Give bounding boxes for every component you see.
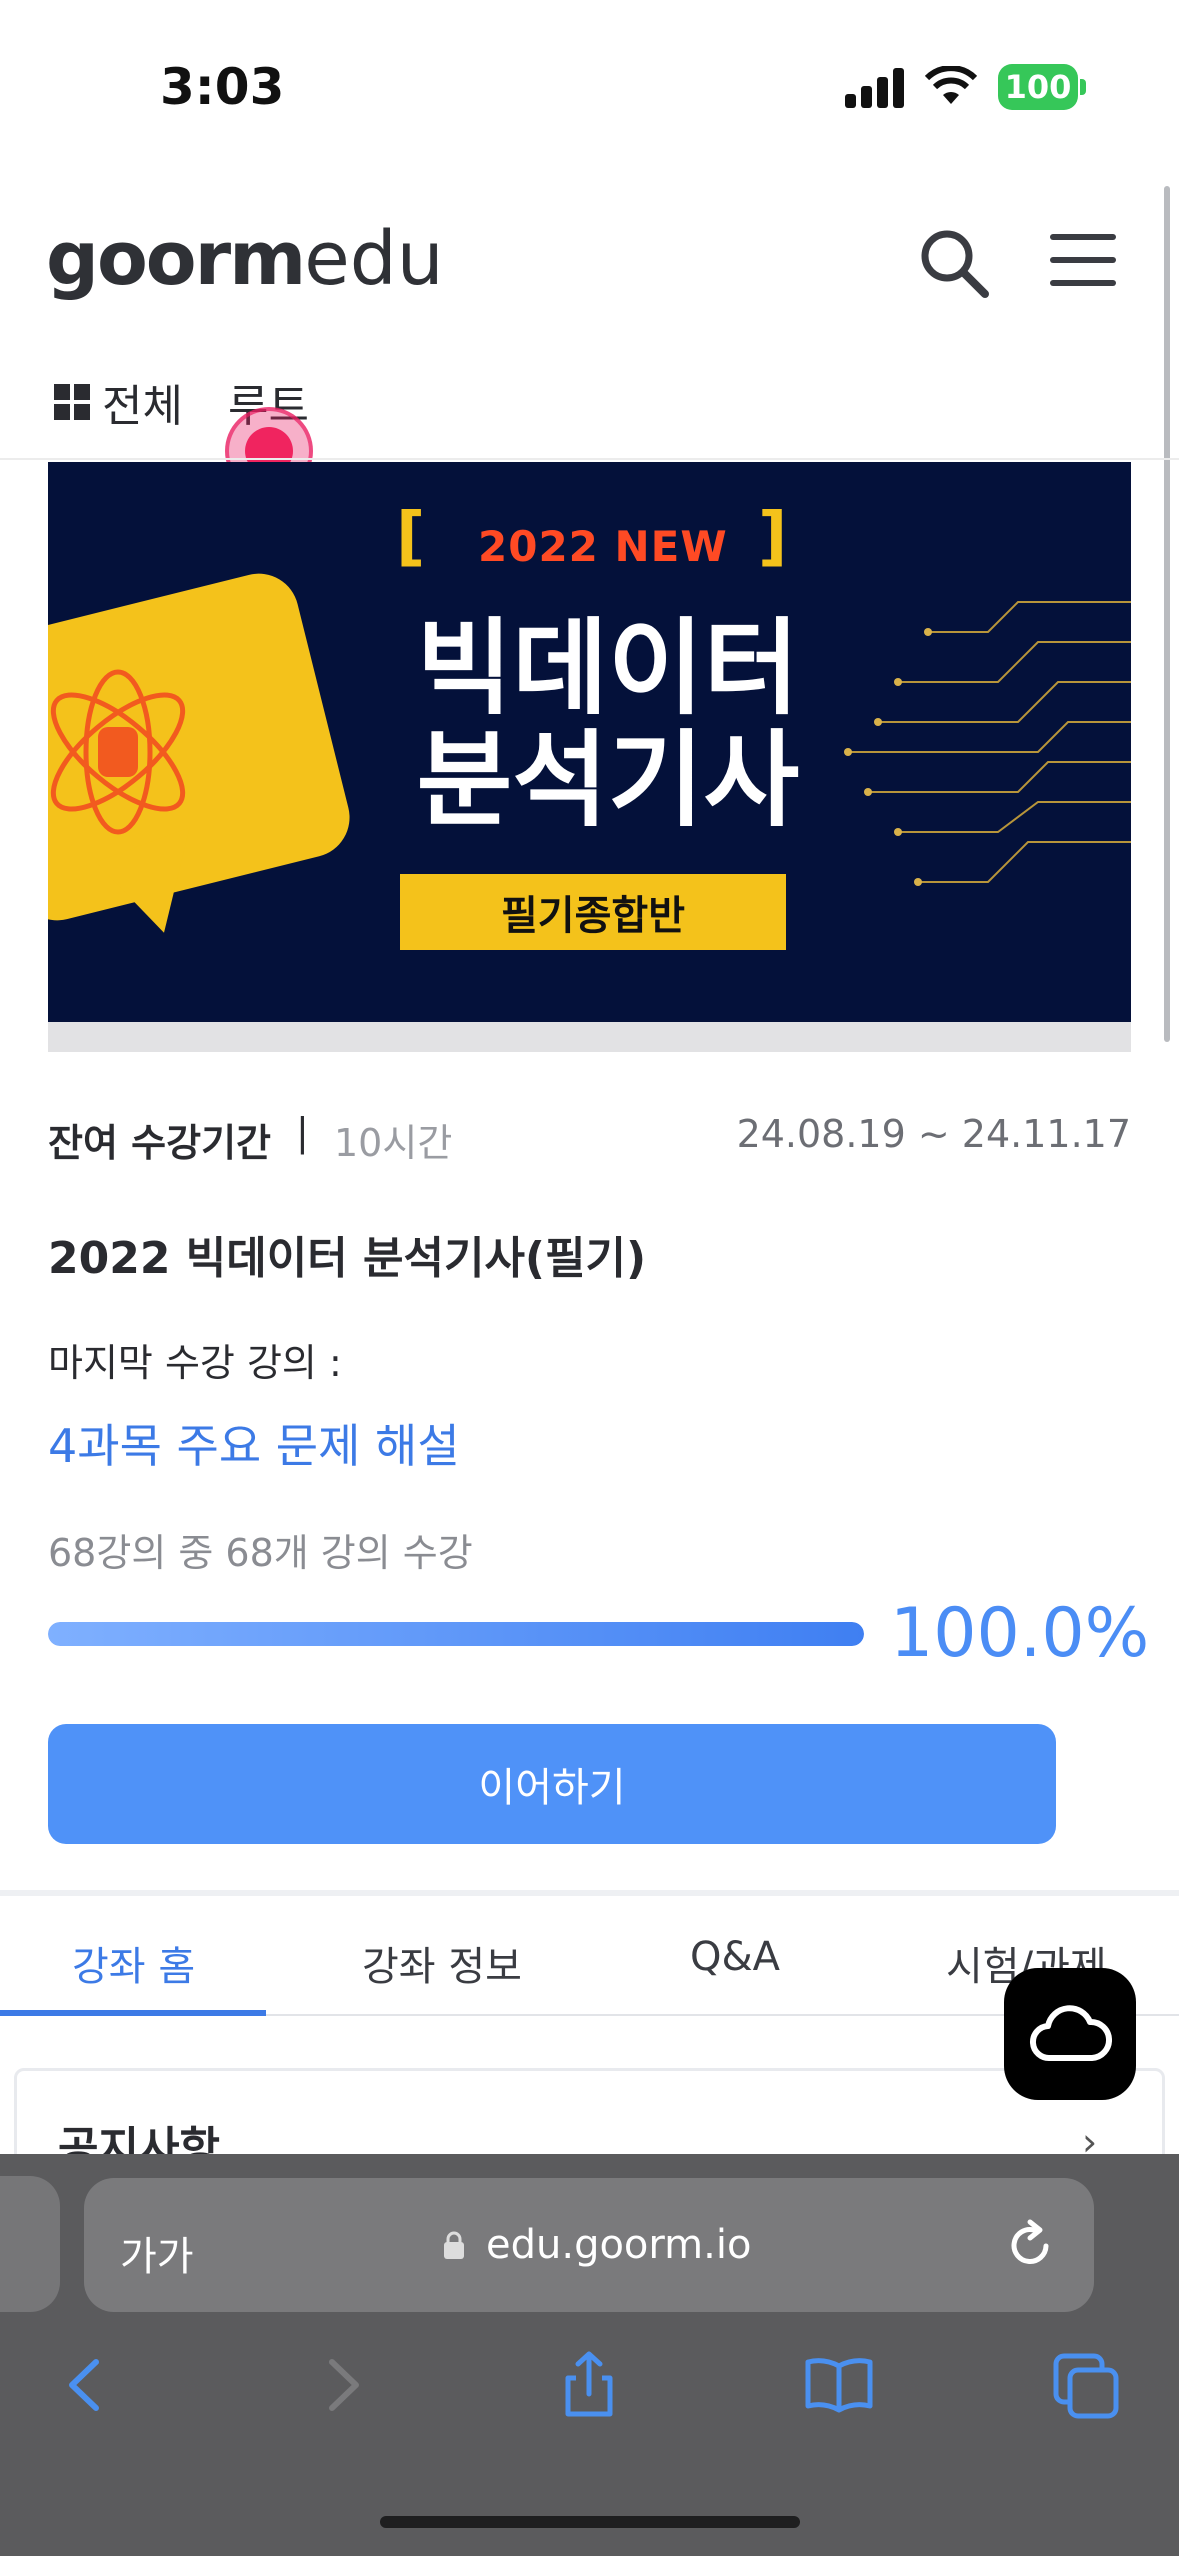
tabs-icon[interactable] [1052, 2350, 1122, 2420]
course-title: 2022 빅데이터 분석기사(필기) [48, 1233, 647, 1284]
back-icon[interactable] [52, 2350, 122, 2420]
tab-qna[interactable]: Q&A [690, 1934, 780, 1980]
last-lecture-label: 마지막 수강 강의 : [48, 1341, 342, 1385]
forward-icon[interactable] [306, 2350, 376, 2420]
lecture-count: 68강의 중 68개 강의 수강 [48, 1531, 473, 1575]
share-icon[interactable] [554, 2350, 624, 2420]
banner-footer [48, 1022, 1131, 1052]
circuit-lines-graphic [844, 601, 1131, 886]
progress-percent: 100.0% [890, 1594, 1150, 1673]
bracket-right: ] [758, 500, 788, 574]
lock-icon [444, 2231, 464, 2259]
banner-tag: 2022 NEW [478, 522, 728, 571]
scrollbar[interactable] [1164, 186, 1170, 1042]
progress-bar [48, 1622, 864, 1646]
period-dates: 24.08.19 ~ 24.11.17 [736, 1112, 1131, 1156]
bracket-left: [ [396, 500, 426, 574]
continue-button[interactable]: 이어하기 [48, 1724, 1056, 1844]
period-separator: | [296, 1110, 309, 1154]
previous-tab-preview[interactable] [0, 2176, 60, 2312]
bookmarks-icon[interactable] [804, 2350, 874, 2420]
course-banner: [ ] 2022 NEW 빅데이터 분석기사 필기종합반 [48, 462, 1131, 1022]
active-tab-indicator [0, 2010, 266, 2016]
hamburger-menu-icon[interactable] [1050, 234, 1116, 290]
reader-options-button[interactable]: 가가 [120, 2224, 194, 2282]
period-value: 10시간 [334, 1121, 453, 1165]
cloud-icon [1030, 2005, 1112, 2062]
reload-icon[interactable] [1002, 2216, 1058, 2272]
wifi-icon [925, 66, 977, 104]
atom-icon [50, 669, 186, 835]
battery-icon: 100 [998, 64, 1078, 110]
divider [0, 458, 1179, 460]
grid-icon [54, 384, 90, 420]
last-lecture-link[interactable]: 4과목 주요 문제 해설 [48, 1410, 460, 1476]
home-indicator [380, 2516, 800, 2528]
tab-course-info[interactable]: 강좌 정보 [362, 1934, 522, 1992]
status-time: 3:03 [160, 58, 285, 116]
battery-tip [1080, 79, 1086, 95]
category-all[interactable]: 전체 [54, 370, 183, 434]
banner-subtitle: 필기종합반 [400, 874, 786, 950]
search-icon[interactable] [915, 224, 995, 304]
tab-course-home[interactable]: 강좌 홈 [72, 1934, 195, 1992]
period-label: 잔여 수강기간 [48, 1121, 271, 1165]
progress-fill [48, 1622, 864, 1646]
section-divider [0, 1890, 1179, 1896]
goormedu-logo[interactable]: goormedu [46, 216, 444, 302]
banner-title: 빅데이터 분석기사 [416, 607, 800, 841]
cloud-button[interactable] [1004, 1968, 1136, 2100]
url-text: edu.goorm.io [486, 2222, 752, 2268]
signal-icon [845, 66, 905, 108]
